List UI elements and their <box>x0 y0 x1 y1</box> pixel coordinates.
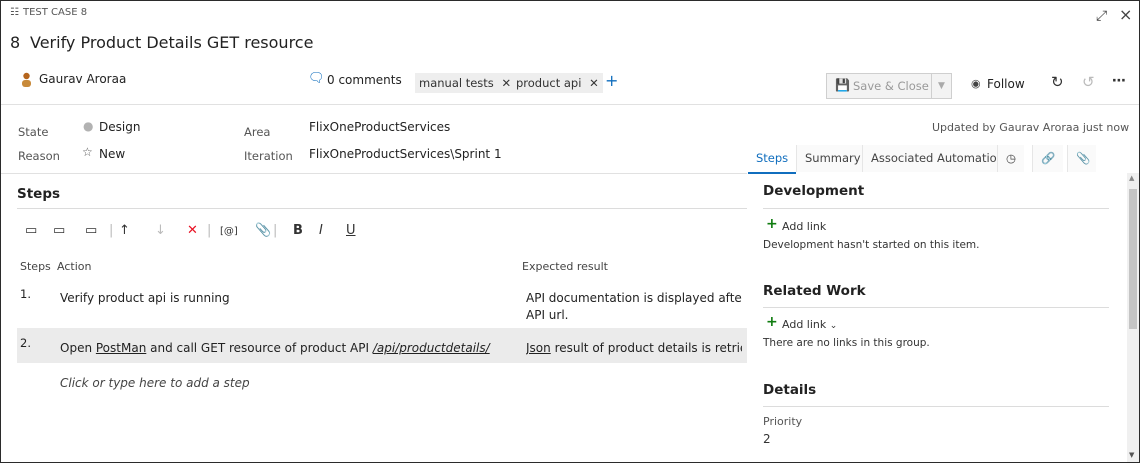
related-work-status: There are no links in this group. <box>763 337 930 349</box>
insert-shared-steps-icon[interactable]: ▭ <box>53 223 65 238</box>
development-rule <box>763 208 1109 209</box>
attachments-icon[interactable]: 📎 <box>1067 145 1096 172</box>
updated-text: Updated by Gaurav Aroraa just now <box>932 121 1130 134</box>
comments-link[interactable]: 0 comments <box>327 73 402 87</box>
iteration-value[interactable]: FlixOneProductServices\Sprint 1 <box>309 147 502 161</box>
attachment-icon[interactable]: 📎 <box>255 223 271 238</box>
scroll-up-icon[interactable]: ▲ <box>1129 174 1134 182</box>
links-icon[interactable]: 🔗 <box>1032 145 1064 172</box>
assigned-to[interactable]: Gaurav Aroraa <box>39 72 126 86</box>
save-dropdown-icon[interactable]: ▼ <box>931 74 951 98</box>
underline-button[interactable]: U <box>346 223 356 238</box>
toolbar-divider: | <box>109 223 114 238</box>
move-down-icon[interactable]: ↓ <box>155 223 166 238</box>
remove-tag-icon[interactable]: ✕ <box>501 76 511 90</box>
create-shared-steps-icon[interactable]: ▭ <box>85 223 97 238</box>
avatar <box>21 72 32 87</box>
follow-button[interactable]: Follow <box>987 77 1025 91</box>
add-step-placeholder[interactable]: Click or type here to add a step <box>60 376 250 390</box>
comments-icon: 🗨 <box>308 71 325 86</box>
reason-label: Reason <box>18 149 60 163</box>
steps-heading-rule <box>17 208 747 209</box>
state-dot-icon: ● <box>83 119 94 133</box>
tag-manual-tests: manual tests ✕ <box>415 73 516 93</box>
work-item-type-label: TEST CASE 8 <box>23 7 88 18</box>
lock-icon: ☆ <box>82 145 93 159</box>
col-header-steps: Steps <box>20 260 51 273</box>
col-header-expected: Expected result <box>522 260 608 273</box>
step-action[interactable]: Verify product api is running <box>60 291 230 305</box>
development-add-link[interactable]: Add link <box>782 220 826 233</box>
test-case-type-icon: ☷ <box>10 7 19 18</box>
italic-button[interactable]: I <box>319 223 323 238</box>
move-up-icon[interactable]: ↑ <box>119 223 130 238</box>
more-actions-icon[interactable]: ⋯ <box>1112 73 1126 89</box>
undo-icon[interactable]: ↺ <box>1082 73 1095 91</box>
follow-icon: ◉ <box>971 77 981 90</box>
table-row[interactable]: 1. Verify product api is running API doc… <box>17 283 747 325</box>
related-work-rule <box>763 307 1109 308</box>
remove-tag-icon[interactable]: ✕ <box>589 76 599 90</box>
step-action[interactable]: Open PostMan and call GET resource of pr… <box>60 341 490 355</box>
table-row[interactable]: 2. Open PostMan and call GET resource of… <box>17 328 747 363</box>
steps-heading: Steps <box>17 186 61 202</box>
work-item-id: 8 <box>10 33 21 52</box>
add-icon: + <box>766 216 778 232</box>
toolbar-divider: | <box>273 223 278 238</box>
tag-product-api: product api ✕ <box>512 73 603 93</box>
bold-button[interactable]: B <box>293 223 303 238</box>
add-icon: + <box>766 314 778 330</box>
area-value[interactable]: FlixOneProductServices <box>309 120 450 134</box>
save-icon: 💾 <box>835 78 850 92</box>
delete-step-icon[interactable]: ✕ <box>187 223 198 238</box>
priority-value[interactable]: 2 <box>763 432 771 446</box>
step-number: 1. <box>20 287 31 301</box>
priority-label: Priority <box>763 415 803 428</box>
iteration-label: Iteration <box>244 149 293 163</box>
refresh-icon[interactable]: ↻ <box>1051 73 1064 91</box>
form-header: ☷ TEST CASE 8 ⤢ × 8 Verify Product Detai… <box>1 1 1139 105</box>
left-pane-top-border <box>1 173 747 174</box>
related-work-heading: Related Work <box>763 283 866 299</box>
area-label: Area <box>244 125 271 139</box>
maximize-icon[interactable]: ⤢ <box>1096 8 1107 24</box>
tab-summary[interactable]: Summary <box>796 145 869 172</box>
tab-associated-automation[interactable]: Associated Automation <box>862 145 1012 172</box>
close-icon[interactable]: × <box>1119 5 1132 24</box>
state-label: State <box>18 125 49 139</box>
col-header-action: Action <box>57 260 92 273</box>
scrollbar-thumb[interactable] <box>1129 189 1137 329</box>
insert-step-icon[interactable]: ▭ <box>25 223 37 238</box>
toolbar-divider: | <box>207 223 212 238</box>
step-expected[interactable]: API documentation is displayed after bro… <box>526 291 742 325</box>
details-heading: Details <box>763 382 817 398</box>
details-rule <box>763 406 1109 407</box>
scroll-down-icon[interactable]: ▼ <box>1129 451 1134 459</box>
state-value[interactable]: Design <box>99 120 140 134</box>
add-tag-icon[interactable]: + <box>605 71 618 90</box>
work-item-form: ☷ TEST CASE 8 ⤢ × 8 Verify Product Detai… <box>0 0 1140 463</box>
reason-value[interactable]: New <box>99 147 125 161</box>
chevron-down-icon: ⌄ <box>829 321 838 331</box>
step-expected[interactable]: Json result of product details is retrie… <box>526 341 742 355</box>
save-close-button[interactable]: 💾 Save & Close ▼ <box>826 73 952 99</box>
step-number: 2. <box>20 336 31 350</box>
insert-parameter-icon[interactable]: [@] <box>220 226 238 237</box>
history-icon[interactable]: ◷ <box>997 145 1025 172</box>
development-heading: Development <box>763 183 865 199</box>
work-item-title[interactable]: Verify Product Details GET resource <box>30 33 313 52</box>
related-add-link[interactable]: Add link ⌄ <box>782 318 837 331</box>
development-status: Development hasn't started on this item. <box>763 239 980 251</box>
tab-steps[interactable]: Steps <box>748 145 797 174</box>
